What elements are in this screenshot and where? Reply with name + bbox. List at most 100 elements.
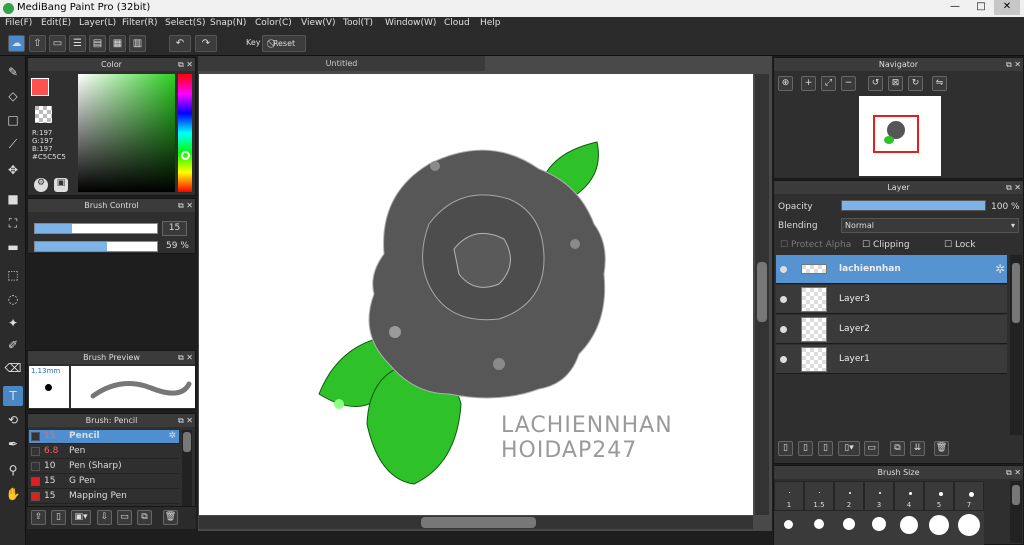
color-saturation-box[interactable] <box>78 74 175 192</box>
visibility-icon[interactable] <box>780 326 787 333</box>
brush-size-row-2[interactable] <box>774 511 984 545</box>
brush-settings-icon[interactable]: ✲ <box>168 431 176 441</box>
visibility-icon[interactable] <box>780 266 787 273</box>
layer-row-layer3[interactable]: Layer3 <box>776 285 1007 314</box>
fill-rect-icon[interactable]: ■ <box>3 189 23 209</box>
panel-pin-icon[interactable]: ⧉ ✕ <box>1006 181 1021 194</box>
palette-icon[interactable]: ⚙ <box>34 178 48 192</box>
menu-edit[interactable]: Edit(E) <box>41 18 71 28</box>
menu-select[interactable]: Select(S) <box>165 18 206 28</box>
lasso-tool-icon[interactable]: ◌ <box>3 289 23 309</box>
menu-cloud[interactable]: Cloud <box>444 18 470 28</box>
pages-icon[interactable]: ▦ <box>109 35 126 52</box>
document-tab[interactable]: Untitled <box>198 56 485 71</box>
text-tool-icon[interactable]: T <box>3 386 23 406</box>
menu-window[interactable]: Window(W) <box>385 18 436 28</box>
navigator-preview[interactable] <box>859 96 941 176</box>
duplicate-icon[interactable]: ⧉ <box>137 510 152 525</box>
fit-icon[interactable]: ⤢ <box>821 76 836 91</box>
layer-row-layer1[interactable]: Layer1 <box>776 345 1007 374</box>
menu-help[interactable]: Help <box>480 18 501 28</box>
drawing-canvas[interactable]: LACHIENNHAN HOIDAP247 <box>199 74 753 515</box>
hand-tool-icon[interactable]: ✋ <box>3 484 23 504</box>
menu-filter[interactable]: Filter(R) <box>122 18 158 28</box>
hue-handle[interactable] <box>181 151 190 160</box>
brush-item-pen[interactable]: 6.8 Pen <box>29 445 179 459</box>
blending-select[interactable]: Normal ▾ <box>841 218 1019 233</box>
new-8bit-layer-icon[interactable]: ▯ <box>818 441 833 456</box>
brush-size-2[interactable]: 2 <box>834 481 864 511</box>
flip-icon[interactable]: ⇋ <box>932 76 947 91</box>
brush-opacity-slider[interactable] <box>34 241 158 252</box>
panel-pin-icon[interactable]: ⧉ ✕ <box>178 199 193 212</box>
cloud-icon[interactable]: ☁ <box>8 35 25 52</box>
dot-tool-icon[interactable]: □ <box>3 110 23 130</box>
brush-size-5[interactable]: 5 <box>924 481 954 511</box>
layer-scrollbar[interactable] <box>1010 255 1022 435</box>
scrollbar-thumb[interactable] <box>183 432 191 452</box>
magic-wand-icon[interactable]: ✦ <box>3 313 23 333</box>
visibility-icon[interactable] <box>780 356 787 363</box>
menu-color[interactable]: Color(C) <box>255 18 292 28</box>
rotate-left-icon[interactable]: ↺ <box>868 76 883 91</box>
delete-brush-icon[interactable]: 🗑 <box>163 510 178 525</box>
reset-button[interactable]: ⃠Reset <box>262 35 306 52</box>
brush-menu-icon[interactable]: ▣▾ <box>71 510 91 525</box>
layer-opacity-slider[interactable] <box>841 200 986 211</box>
eyedropper-icon[interactable]: ⚲ <box>3 460 23 480</box>
brush-size-scrollbar[interactable] <box>1010 481 1022 543</box>
brush-size-slider[interactable] <box>34 223 158 234</box>
divide-tool-icon[interactable]: ✒ <box>3 434 23 454</box>
transparent-color-swatch[interactable] <box>35 106 52 123</box>
brush-export-icon[interactable]: ⇩ <box>97 510 112 525</box>
layer-settings-icon[interactable]: ✲ <box>995 262 1005 276</box>
hue-slider[interactable] <box>178 74 192 192</box>
new-layer-icon[interactable]: ▯ <box>778 441 793 456</box>
new-brush-icon[interactable]: ▯ <box>51 510 66 525</box>
eraser-tool-icon[interactable]: ◇ <box>3 86 23 106</box>
visibility-icon[interactable] <box>780 296 787 303</box>
brush-tool-icon[interactable]: ✎ <box>3 62 23 82</box>
close-button[interactable]: ✕ <box>994 0 1020 15</box>
gradient-tool-icon[interactable]: ▬ <box>3 237 23 257</box>
lock-checkbox[interactable]: ☐ Lock <box>944 240 975 250</box>
brush-item-g-pen[interactable]: 15 G Pen <box>29 475 179 489</box>
document-icon[interactable]: ▤ <box>89 35 106 52</box>
clipping-checkbox[interactable]: ☐ Clipping <box>862 240 910 250</box>
menu-snap[interactable]: Snap(N) <box>210 18 246 28</box>
brush-item-pen-sharp[interactable]: 10 Pen (Sharp) <box>29 460 179 474</box>
panel-pin-icon[interactable]: ⧉ ✕ <box>178 414 193 427</box>
grid-icon[interactable]: ▥ <box>129 35 146 52</box>
brush-item-pencil[interactable]: 15 Pencil ✲ <box>29 430 179 444</box>
zoom-icon[interactable]: ⊕ <box>778 76 793 91</box>
canvas-hscroll[interactable] <box>199 516 753 529</box>
menu-file[interactable]: File(F) <box>5 18 32 28</box>
layer-row-lachiennhan[interactable]: lachiennhan ✲ <box>776 255 1007 284</box>
undo-icon[interactable]: ↶ <box>169 35 191 52</box>
layer-add-menu-icon[interactable]: ▯▾ <box>838 441 860 456</box>
brush-size-1[interactable]: 1 <box>774 481 804 511</box>
chat-icon[interactable]: ☰ <box>69 35 86 52</box>
brush-size-3[interactable]: 3 <box>864 481 894 511</box>
select-pen-icon[interactable]: ✐ <box>3 335 23 355</box>
minimize-button[interactable]: — <box>942 0 968 15</box>
layer-row-layer2[interactable]: Layer2 <box>776 315 1007 344</box>
menu-layer[interactable]: Layer(L) <box>79 18 116 28</box>
select-eraser-icon[interactable]: ⌫ <box>3 358 23 378</box>
brush-list-scrollbar[interactable] <box>182 430 192 506</box>
new-halftone-layer-icon[interactable]: ▯ <box>798 441 813 456</box>
canvas-vscroll[interactable] <box>755 74 769 515</box>
zoom-out-icon[interactable]: − <box>841 76 856 91</box>
comment-icon[interactable]: ▭ <box>49 35 66 52</box>
scrollbar-thumb[interactable] <box>1012 263 1020 323</box>
operation-tool-icon[interactable]: ⟲ <box>3 410 23 430</box>
brush-size-1-5[interactable]: 1.5 <box>804 481 834 511</box>
bucket-tool-icon[interactable]: ⛶ <box>3 213 23 233</box>
layer-folder-icon[interactable]: ▭ <box>864 441 879 456</box>
line-tool-icon[interactable]: ⟋ <box>3 134 23 154</box>
select-tool-icon[interactable]: ⬚ <box>3 265 23 285</box>
hscroll-thumb[interactable] <box>421 517 536 528</box>
move-tool-icon[interactable]: ✥ <box>3 160 23 180</box>
folder-icon[interactable]: ▭ <box>117 510 132 525</box>
brush-item-mapping-pen[interactable]: 15 Mapping Pen <box>29 490 179 504</box>
